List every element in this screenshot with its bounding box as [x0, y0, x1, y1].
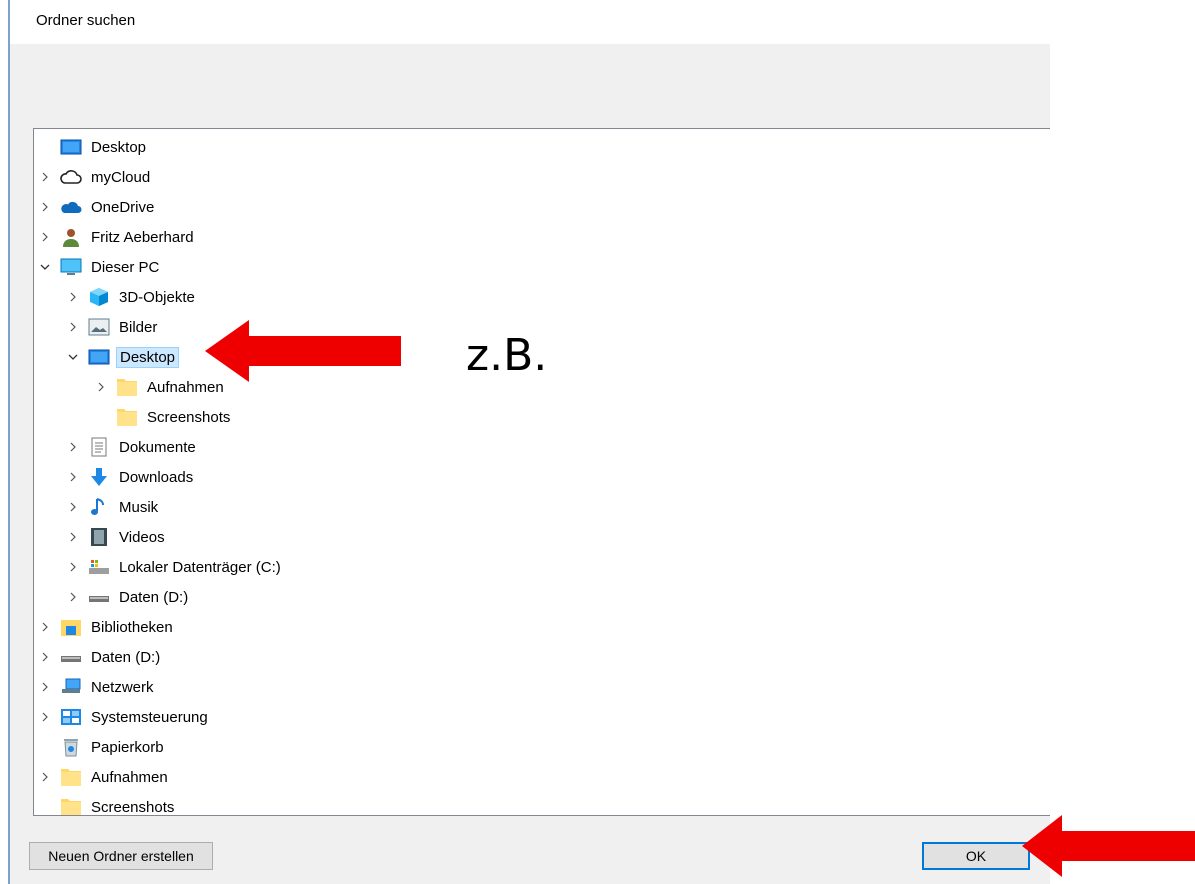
tree-item-systemsteuerung[interactable]: Systemsteuerung — [38, 702, 211, 732]
folder-tree[interactable]: Desktop myCloud OneDrive Fritz Aeberhard Die… — [33, 128, 1050, 816]
chevron-right-icon[interactable] — [66, 320, 80, 334]
chevron-right-icon[interactable] — [66, 530, 80, 544]
tree-item-bilder[interactable]: Bilder — [66, 312, 160, 342]
folder-icon — [116, 407, 138, 427]
chevron-right-icon[interactable] — [38, 230, 52, 244]
tree-item-onedrive[interactable]: OneDrive — [38, 192, 157, 222]
tree-item-fritz-aeberhard[interactable]: Fritz Aeberhard — [38, 222, 197, 252]
tree-item-label: Desktop — [91, 138, 147, 156]
tree-item-label: Bibliotheken — [91, 618, 173, 636]
tree-item-screenshots[interactable]: Screenshots — [94, 402, 233, 432]
tree-item-label: Downloads — [119, 468, 194, 486]
tree-item-3d-objekte[interactable]: 3D-Objekte — [66, 282, 198, 312]
tree-item-lokaler-datentr-ger-c[interactable]: Lokaler Datenträger (C:) — [66, 552, 284, 582]
tree-item-label: Daten (D:) — [119, 588, 189, 606]
tree-item-bibliotheken[interactable]: Bibliotheken — [38, 612, 176, 642]
tree-item-screenshots[interactable]: Screenshots — [38, 792, 177, 816]
tree-item-label: Screenshots — [91, 798, 175, 816]
tree-item-dokumente[interactable]: Dokumente — [66, 432, 199, 462]
tree-item-label: Lokaler Datenträger (C:) — [119, 558, 281, 576]
expander-placeholder — [38, 140, 52, 154]
chevron-right-icon[interactable] — [38, 170, 52, 184]
tree-item-dieser-pc[interactable]: Dieser PC — [38, 252, 162, 282]
desktop-icon — [88, 347, 110, 367]
tree-item-label: Screenshots — [147, 408, 231, 426]
chevron-right-icon[interactable] — [38, 770, 52, 784]
chevron-right-icon[interactable] — [38, 680, 52, 694]
tree-item-desktop[interactable]: Desktop — [66, 342, 180, 372]
chevron-right-icon[interactable] — [66, 500, 80, 514]
cloud-outline-icon — [60, 167, 82, 187]
expander-placeholder — [38, 800, 52, 814]
annotation-text: z.B. — [466, 330, 548, 381]
chevron-right-icon[interactable] — [66, 590, 80, 604]
music-icon — [88, 497, 110, 517]
video-icon — [88, 527, 110, 547]
chevron-right-icon[interactable] — [38, 710, 52, 724]
tree-item-musik[interactable]: Musik — [66, 492, 161, 522]
folder-icon — [116, 377, 138, 397]
chevron-down-icon[interactable] — [66, 350, 80, 364]
new-folder-button[interactable]: Neuen Ordner erstellen — [29, 842, 213, 870]
chevron-right-icon[interactable] — [66, 440, 80, 454]
tree-item-label: Dieser PC — [91, 258, 160, 276]
recycle-bin-icon — [60, 737, 82, 757]
pictures-icon — [88, 317, 110, 337]
documents-icon — [88, 437, 110, 457]
network-icon — [60, 677, 82, 697]
chevron-down-icon[interactable] — [38, 260, 52, 274]
tree-item-label: Netzwerk — [91, 678, 154, 696]
drive-icon — [88, 587, 110, 607]
chevron-right-icon[interactable] — [66, 560, 80, 574]
ok-button[interactable]: OK — [922, 842, 1030, 870]
tree-item-label: Daten (D:) — [91, 648, 161, 666]
annotation-arrow-ok — [1022, 815, 1195, 877]
tree-item-label: Fritz Aeberhard — [91, 228, 194, 246]
tree-item-netzwerk[interactable]: Netzwerk — [38, 672, 157, 702]
user-icon — [60, 227, 82, 247]
tree-item-label: Desktop — [116, 346, 180, 368]
expander-placeholder — [94, 410, 108, 424]
tree-item-videos[interactable]: Videos — [66, 522, 168, 552]
tree-item-desktop[interactable]: Desktop — [38, 132, 149, 162]
chevron-right-icon[interactable] — [94, 380, 108, 394]
tree-item-label: Papierkorb — [91, 738, 164, 756]
tree-item-papierkorb[interactable]: Papierkorb — [38, 732, 167, 762]
annotation-arrow-desktop — [205, 320, 401, 382]
tree-item-label: OneDrive — [91, 198, 155, 216]
tree-item-label: 3D-Objekte — [119, 288, 195, 306]
libraries-icon — [60, 617, 82, 637]
chevron-right-icon[interactable] — [38, 650, 52, 664]
tree-item-label: myCloud — [91, 168, 151, 186]
folder-icon — [60, 767, 82, 787]
control-panel-icon — [60, 707, 82, 727]
tree-item-daten-d[interactable]: Daten (D:) — [38, 642, 163, 672]
chevron-right-icon[interactable] — [66, 470, 80, 484]
desktop-icon — [60, 137, 82, 157]
expander-placeholder — [38, 740, 52, 754]
tree-item-daten-d[interactable]: Daten (D:) — [66, 582, 191, 612]
onedrive-icon — [60, 197, 82, 217]
chevron-right-icon[interactable] — [38, 620, 52, 634]
tree-item-label: Aufnahmen — [91, 768, 168, 786]
tree-item-label: Systemsteuerung — [91, 708, 208, 726]
tree-item-downloads[interactable]: Downloads — [66, 462, 196, 492]
tree-item-aufnahmen[interactable]: Aufnahmen — [38, 762, 171, 792]
dialog-title: Ordner suchen — [36, 12, 136, 29]
3d-objects-icon — [88, 287, 110, 307]
tree-item-label: Musik — [119, 498, 159, 516]
tree-item-mycloud[interactable]: myCloud — [38, 162, 153, 192]
tree-item-label: Dokumente — [119, 438, 196, 456]
folder-icon — [60, 797, 82, 815]
system-drive-icon — [88, 557, 110, 577]
download-icon — [88, 467, 110, 487]
tree-item-label: Videos — [119, 528, 165, 546]
tree-item-label: Bilder — [119, 318, 158, 336]
computer-icon — [60, 257, 82, 277]
title-bar: Ordner suchen — [10, 0, 1050, 44]
chevron-right-icon[interactable] — [66, 290, 80, 304]
drive-icon — [60, 647, 82, 667]
chevron-right-icon[interactable] — [38, 200, 52, 214]
